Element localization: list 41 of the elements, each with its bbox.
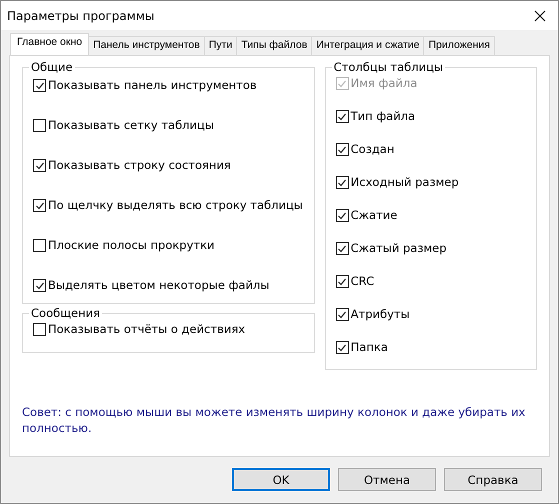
checkbox[interactable] — [33, 79, 46, 92]
checkbox-label[interactable]: Атрибуты — [350, 307, 410, 321]
checkbox[interactable] — [336, 341, 349, 354]
checkbox[interactable] — [33, 323, 46, 336]
checkbox-label[interactable]: Сжатый размер — [350, 241, 447, 255]
checkbox[interactable] — [33, 239, 46, 252]
checkbox-label[interactable]: Показывать панель инструментов — [48, 78, 257, 92]
group-title: Сообщения — [30, 306, 102, 320]
checkbox[interactable] — [33, 119, 46, 132]
checkbox[interactable] — [33, 279, 46, 292]
checkbox-label[interactable]: CRC — [350, 274, 374, 288]
checkbox-label[interactable]: Создан — [350, 142, 394, 156]
checkbox[interactable] — [336, 275, 349, 288]
checkbox-label[interactable]: Показывать строку состояния — [48, 158, 231, 172]
tab[interactable]: Главное окно — [10, 33, 90, 55]
checkbox-label[interactable]: Исходный размер — [350, 175, 459, 189]
dialog-button[interactable]: Справка — [444, 468, 542, 491]
close-icon[interactable] — [534, 10, 546, 22]
checkbox[interactable] — [336, 209, 349, 222]
checkbox[interactable] — [33, 159, 46, 172]
dialog-button[interactable]: OK — [232, 468, 330, 491]
group-title: Столбцы таблицы — [332, 60, 444, 74]
checkbox[interactable] — [336, 143, 349, 156]
checkbox-label[interactable]: Тип файла — [350, 109, 416, 123]
window-title: Параметры программы — [7, 8, 154, 22]
checkbox-label[interactable]: По щелчку выделять всю строку таблицы — [48, 198, 303, 212]
checkbox-label[interactable]: Показывать отчёты о действиях — [48, 322, 246, 336]
checkbox-label[interactable]: Сжатие — [350, 208, 398, 222]
checkbox[interactable] — [336, 308, 349, 321]
tab[interactable]: Приложения — [423, 36, 495, 55]
checkbox-label[interactable]: Выделять цветом некоторые файлы — [48, 278, 270, 292]
checkbox[interactable] — [336, 176, 349, 189]
checkbox-label[interactable]: Плоские полосы прокрутки — [48, 238, 215, 252]
checkbox[interactable] — [336, 242, 349, 255]
checkbox-label[interactable]: Показывать сетку таблицы — [48, 118, 214, 132]
hint-text: Совет: с помощью мыши вы можете изменять ширину колонок и даже убирать их полностью. — [22, 404, 526, 436]
checkbox[interactable] — [336, 110, 349, 123]
checkbox[interactable] — [33, 199, 46, 212]
group-title: Общие — [30, 60, 74, 74]
checkbox-label[interactable]: Папка — [350, 340, 388, 354]
dialog-button[interactable]: Отмена — [338, 468, 436, 491]
